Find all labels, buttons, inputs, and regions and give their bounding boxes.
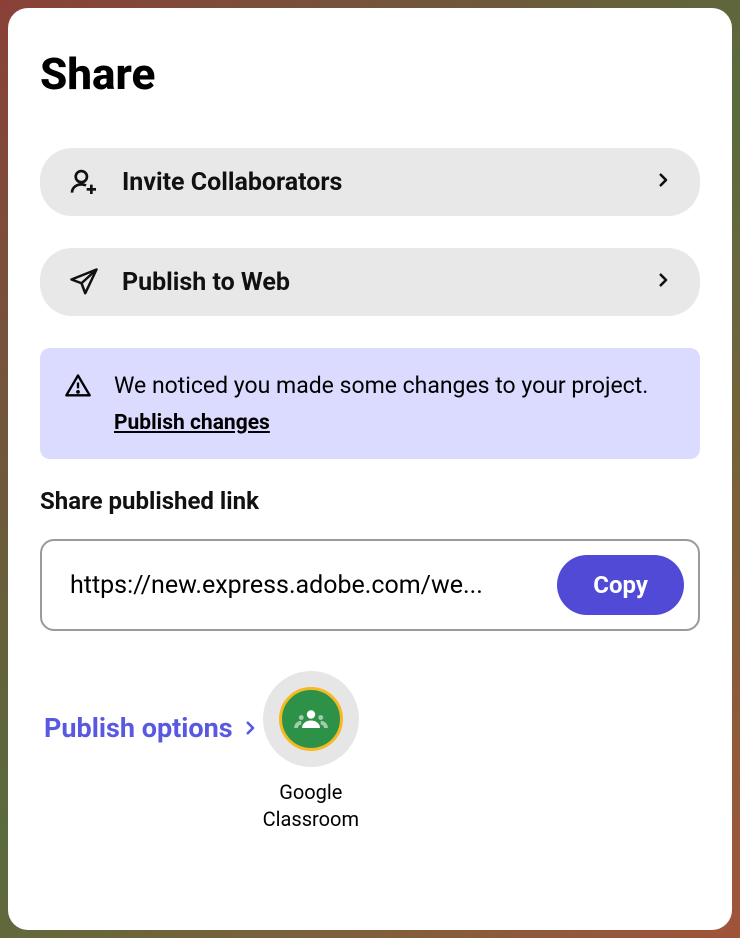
- option-label: Publish to Web: [122, 268, 632, 297]
- share-url[interactable]: https://new.express.adobe.com/we...: [70, 571, 541, 600]
- publish-options-label: Publish options: [44, 712, 233, 744]
- notice-text: We noticed you made some changes to your…: [114, 368, 676, 439]
- invite-collaborators-button[interactable]: Invite Collaborators: [40, 148, 700, 216]
- option-label: Invite Collaborators: [122, 168, 632, 197]
- warning-icon: [64, 372, 92, 404]
- share-target-label: Google Classroom: [263, 779, 359, 833]
- google-classroom-button[interactable]: Google Classroom: [263, 671, 359, 833]
- add-person-icon: [68, 166, 100, 198]
- paper-plane-icon: [68, 266, 100, 298]
- google-classroom-icon: [263, 671, 359, 767]
- chevron-right-icon: [241, 719, 259, 737]
- publish-changes-link[interactable]: Publish changes: [114, 411, 270, 435]
- share-link-label: Share published link: [40, 487, 700, 515]
- notice-message: We noticed you made some changes to your…: [114, 372, 648, 399]
- copy-button[interactable]: Copy: [557, 555, 684, 615]
- publish-options-link[interactable]: Publish options: [44, 712, 259, 744]
- publish-to-web-button[interactable]: Publish to Web: [40, 248, 700, 316]
- chevron-right-icon: [654, 271, 672, 293]
- share-modal: Share Invite Collaborators Publish to We…: [8, 8, 732, 930]
- chevron-right-icon: [654, 171, 672, 193]
- changes-notice: We noticed you made some changes to your…: [40, 348, 700, 459]
- share-link-container: https://new.express.adobe.com/we... Copy: [40, 539, 700, 631]
- modal-title: Share: [40, 48, 700, 100]
